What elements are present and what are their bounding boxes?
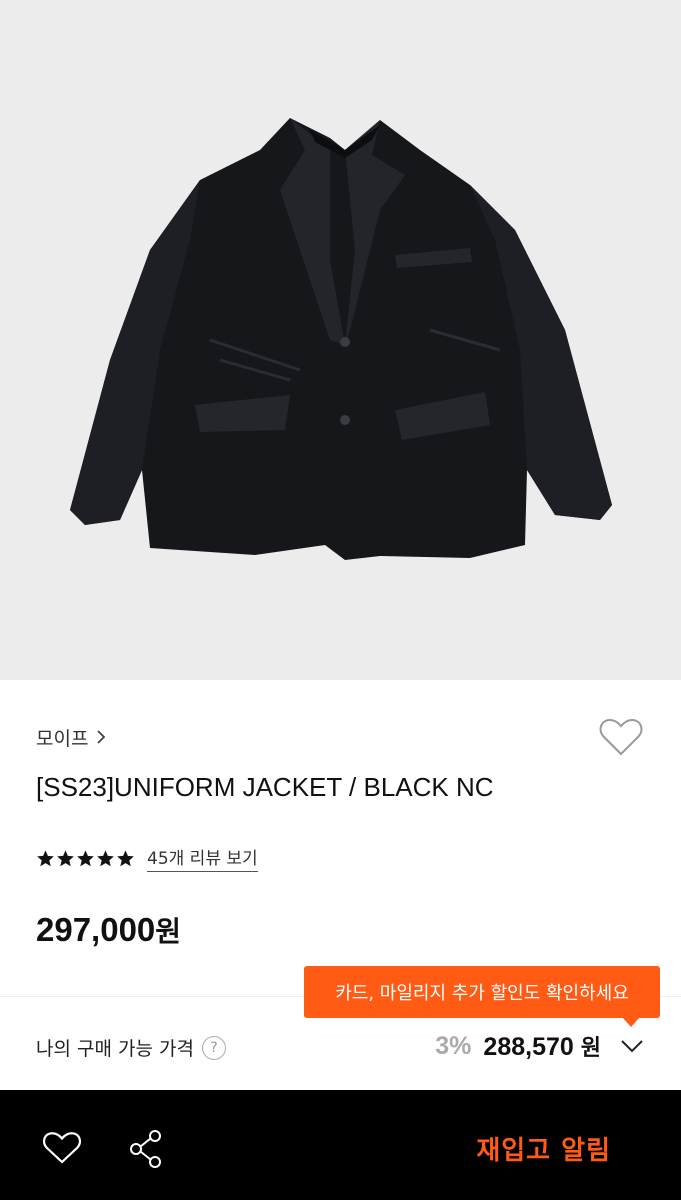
heart-outline-icon: [599, 718, 643, 756]
price-value: 297,000: [36, 911, 156, 948]
bottom-wishlist-button[interactable]: [42, 1130, 82, 1166]
price-unit: 원: [155, 915, 182, 948]
chevron-down-icon[interactable]: [619, 1033, 645, 1059]
brand-link[interactable]: 모이프: [36, 724, 106, 751]
chevron-right-icon: [96, 728, 106, 748]
wishlist-button[interactable]: [598, 716, 644, 758]
my-price-value: 288,570: [483, 1033, 574, 1061]
star-icon: [37, 849, 54, 866]
star-icon: [57, 849, 74, 866]
share-icon: [130, 1130, 161, 1168]
product-title: [SS23]UNIFORM JACKET / BLACK NC: [36, 772, 494, 802]
my-price-toggle[interactable]: 3% 288,570 원: [435, 1030, 645, 1062]
question-circle-icon[interactable]: ?: [201, 1035, 226, 1060]
discount-rate: 3%: [435, 1031, 472, 1060]
tooltip-tail: [622, 1017, 640, 1027]
star-icon: [117, 849, 134, 866]
star-rating: [36, 849, 135, 868]
my-price-unit: 원: [580, 1036, 601, 1061]
star-icon: [97, 849, 114, 866]
heart-outline-icon: [43, 1132, 81, 1164]
rating-row: 45개 리뷰 보기: [36, 844, 258, 872]
brand-name: 모이프: [36, 728, 89, 750]
my-price: 288,570 원: [483, 1030, 601, 1062]
discount-tooltip: 카드, 마일리지 추가 할인도 확인하세요: [304, 966, 660, 1018]
restock-alert-button[interactable]: 재입고 알림: [476, 1130, 611, 1167]
jacket-illustration: [70, 118, 612, 560]
share-button[interactable]: [128, 1129, 164, 1169]
star-icon: [77, 849, 94, 866]
review-link[interactable]: 45개 리뷰 보기: [147, 844, 258, 872]
product-image[interactable]: [0, 0, 681, 680]
my-price-label-text: 나의 구매 가능 가격: [36, 1038, 194, 1060]
my-price-label: 나의 구매 가능 가격 ?: [36, 1034, 226, 1061]
product-price: 297,000원: [36, 910, 181, 950]
